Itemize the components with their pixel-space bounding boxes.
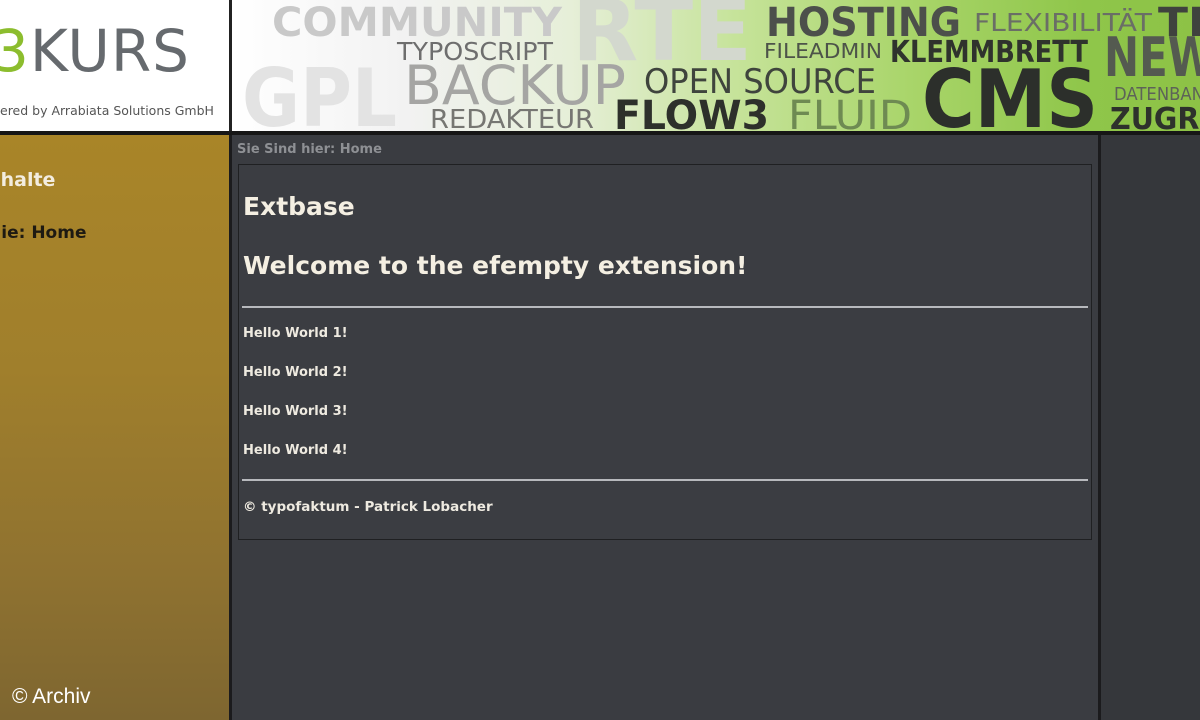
tag-word: FLOW3: [614, 93, 769, 131]
sidebar-heading-text: Inhalte: [0, 169, 56, 191]
extension-output-panel: Extbase Welcome to the efempty extension…: [238, 164, 1092, 540]
tag-cloud-graphic: COMMUNITY RTE HOSTING FLEXIBILITÄT TE TY…: [242, 0, 1200, 131]
horizontal-rule: [242, 479, 1088, 481]
tag-word: FILEADMIN: [764, 39, 882, 63]
logo-tagline: ered by Arrabiata Solutions GmbH: [0, 103, 214, 118]
sidebar: Inhalte Sie: Home © Archiv: [0, 135, 229, 720]
hello-world-list: Hello World 1! Hello World 2! Hello Worl…: [243, 326, 348, 482]
tag-word: ZUGRI: [1110, 102, 1200, 131]
sidebar-item-home[interactable]: Sie: Home: [0, 223, 97, 243]
main-content: Sie Sind hier: Home Extbase Welcome to t…: [232, 135, 1098, 720]
welcome-heading: Welcome to the efempty extension!: [243, 251, 748, 280]
right-column: [1101, 135, 1200, 720]
site-header: 3KURS ered by Arrabiata Solutions GmbH C…: [0, 0, 1200, 136]
list-item: Hello World 3!: [243, 404, 348, 419]
logo-word: KURS: [29, 17, 190, 85]
logo-wordmark: 3KURS: [0, 22, 190, 80]
sidebar-item-label: Sie: Home: [0, 223, 87, 243]
tag-word: NEW: [1104, 26, 1200, 89]
page-title: Extbase: [243, 192, 355, 221]
list-item: Hello World 4!: [243, 443, 348, 458]
tag-word: FLUID: [788, 93, 912, 131]
tag-word: REDAKTEUR: [430, 105, 594, 131]
site-logo[interactable]: 3KURS ered by Arrabiata Solutions GmbH: [0, 0, 229, 131]
list-item: Hello World 1!: [243, 326, 348, 341]
image-credit-watermark: © Archiv: [12, 685, 91, 708]
list-item: Hello World 2!: [243, 365, 348, 380]
copyright-footer: © typofaktum - Patrick Lobacher: [243, 499, 493, 515]
header-tag-cloud-banner: COMMUNITY RTE HOSTING FLEXIBILITÄT TE TY…: [232, 0, 1200, 131]
breadcrumb: Sie Sind hier: Home: [237, 142, 382, 157]
tag-word: CMS: [922, 53, 1098, 131]
sidebar-heading: Inhalte: [0, 169, 75, 191]
logo-accent-char: 3: [0, 17, 30, 85]
tag-word: GPL: [242, 52, 397, 131]
horizontal-rule: [242, 306, 1088, 308]
